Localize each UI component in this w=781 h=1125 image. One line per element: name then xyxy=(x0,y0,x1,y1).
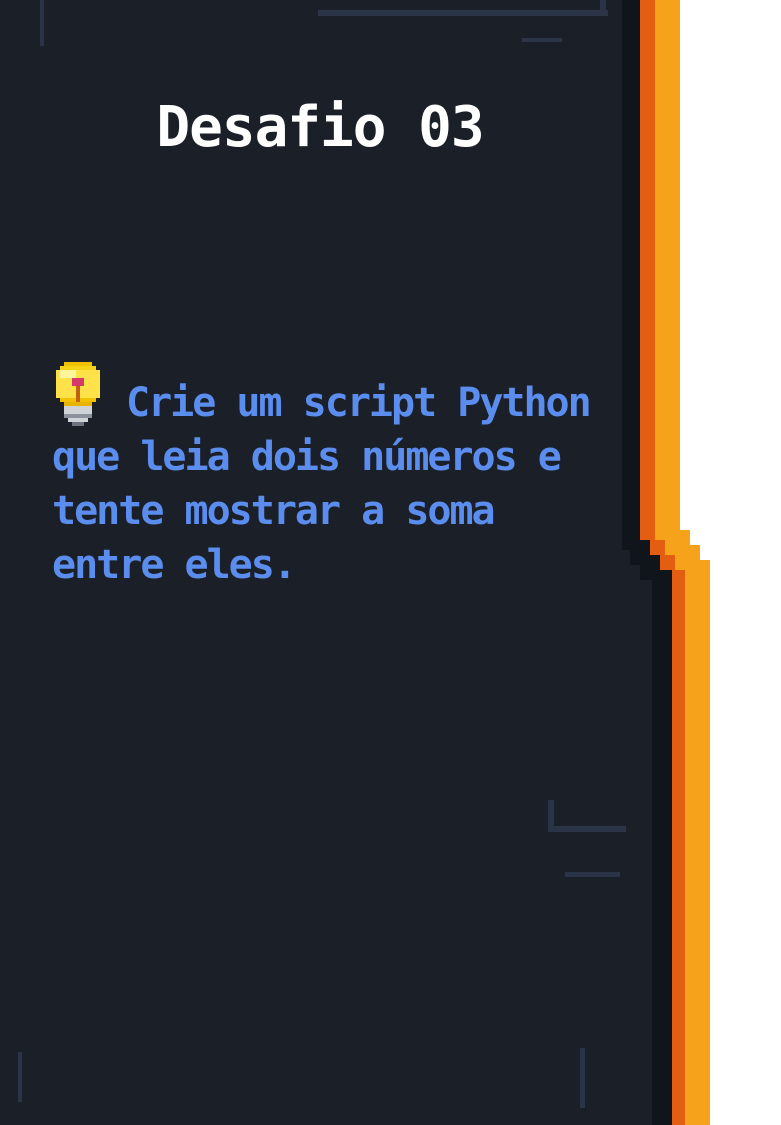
lightbulb-icon xyxy=(56,362,100,426)
slide-title: Desafio 03 xyxy=(156,95,484,160)
deco-line xyxy=(18,1052,22,1102)
deco-line xyxy=(600,0,606,16)
slide: Desafio 03 Crie um script Python que lei… xyxy=(0,0,781,1125)
challenge-text: Crie um script Python que leia dois núme… xyxy=(52,380,592,588)
deco-line xyxy=(548,826,626,832)
deco-line xyxy=(40,0,44,46)
deco-line xyxy=(565,872,620,877)
deco-line xyxy=(318,10,608,16)
deco-line xyxy=(522,38,562,42)
challenge-description: Crie um script Python que leia dois núme… xyxy=(52,362,612,592)
deco-line xyxy=(548,800,554,832)
deco-line xyxy=(580,1048,585,1108)
